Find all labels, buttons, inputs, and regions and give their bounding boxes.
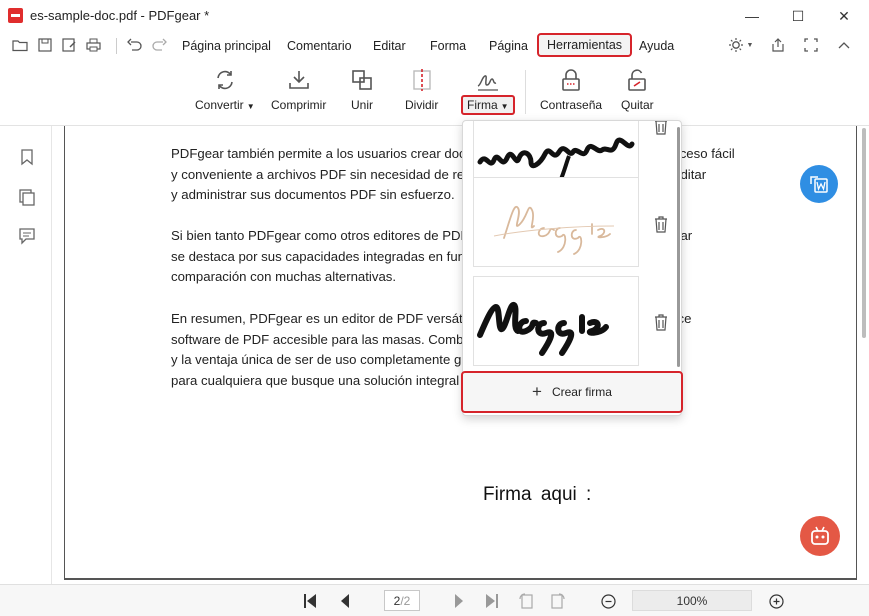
share-icon[interactable]	[770, 37, 786, 53]
print-icon[interactable]	[85, 37, 101, 53]
close-button[interactable]: ✕	[821, 0, 867, 32]
rotate-left-icon[interactable]	[518, 591, 534, 611]
total-pages: /2	[400, 593, 411, 608]
robot-icon	[811, 526, 829, 545]
signature-placeholder-text: Firma aqui :	[483, 484, 592, 505]
password-tool[interactable]: Contraseña	[540, 68, 602, 112]
zoom-out-icon[interactable]	[600, 591, 616, 611]
delete-signature-3-icon[interactable]	[653, 313, 669, 331]
signature-icon	[477, 75, 498, 91]
menu-pagina-principal[interactable]: Página principal	[182, 39, 271, 53]
menu-bar: Página principal Comentario Editar Forma…	[0, 32, 869, 60]
ai-assistant-button[interactable]	[800, 516, 840, 556]
remove-security-label: Quitar	[621, 98, 654, 112]
pdf-page[interactable]: PDFgear también permite a los usuarios c…	[64, 126, 857, 580]
zoom-in-icon[interactable]	[768, 591, 784, 611]
signature-image	[493, 205, 615, 255]
remove-security-tool[interactable]: Quitar	[621, 68, 654, 112]
comments-icon[interactable]	[18, 227, 36, 245]
first-page-icon[interactable]	[302, 591, 318, 611]
delete-signature-2-icon[interactable]	[653, 215, 669, 233]
plus-icon: +	[532, 382, 542, 401]
create-signature-label: Crear firma	[551, 385, 612, 399]
collapse-ribbon-icon[interactable]	[836, 37, 852, 53]
merge-label: Unir	[350, 98, 373, 112]
menu-herramientas[interactable]: Herramientas	[537, 33, 633, 57]
saved-signature-2[interactable]	[473, 177, 639, 267]
next-page-icon[interactable]	[452, 591, 466, 611]
save-as-icon[interactable]	[61, 37, 77, 53]
rotate-right-icon[interactable]	[550, 591, 566, 611]
bottom-navigation-bar: 2/2 100%	[0, 584, 869, 616]
minimize-button[interactable]: —	[729, 0, 775, 32]
convert-label: Convertir	[195, 98, 244, 112]
vertical-scrollbar[interactable]	[862, 128, 866, 338]
bookmark-icon[interactable]	[18, 148, 36, 166]
theme-dropdown-icon[interactable]: ▼	[746, 37, 754, 53]
pdfgear-logo-icon	[8, 8, 23, 23]
document-viewer[interactable]: PDFgear también permite a los usuarios c…	[52, 126, 869, 584]
menu-ayuda[interactable]: Ayuda	[639, 39, 674, 53]
unlock-icon	[628, 69, 647, 91]
chevron-down-icon: ▼	[500, 102, 509, 111]
zoom-level-field[interactable]: 100%	[632, 590, 752, 611]
menu-pagina[interactable]: Página	[489, 39, 528, 53]
menu-editar[interactable]: Editar	[373, 39, 406, 53]
saved-signature-3[interactable]	[473, 276, 639, 366]
split-icon	[412, 69, 431, 91]
menu-comentario[interactable]: Comentario	[287, 39, 352, 53]
redo-icon[interactable]	[151, 37, 167, 53]
chevron-down-icon: ▼	[246, 102, 255, 111]
convert-to-word-button[interactable]	[800, 165, 838, 203]
split-tool[interactable]: Dividir	[405, 68, 438, 112]
create-signature-button[interactable]: + Crear firma	[461, 371, 683, 413]
menu-forma[interactable]: Forma	[430, 39, 466, 53]
convert-icon	[216, 70, 233, 90]
previous-page-icon[interactable]	[338, 591, 352, 611]
page-border-bottom	[64, 578, 857, 580]
signature-tool[interactable]: Firma ▼	[461, 68, 515, 115]
fullscreen-icon[interactable]	[803, 37, 819, 53]
undo-icon[interactable]	[126, 37, 142, 53]
ribbon-separator	[525, 70, 526, 114]
theme-icon[interactable]	[728, 37, 744, 53]
window-title: es-sample-doc.pdf - PDFgear *	[30, 8, 210, 23]
menu-separator	[116, 38, 117, 54]
signature-label-wrap: Firma ▼	[461, 95, 515, 115]
open-folder-icon[interactable]	[12, 37, 28, 53]
merge-icon	[352, 70, 372, 90]
split-label: Dividir	[405, 98, 439, 112]
compress-label: Comprimir	[271, 98, 327, 112]
left-sidebar	[0, 126, 52, 616]
merge-tool[interactable]: Unir	[350, 68, 374, 112]
convert-tool[interactable]: Convertir ▼	[195, 68, 255, 112]
word-convert-icon	[810, 176, 828, 193]
signature-image	[477, 301, 609, 356]
password-label: Contraseña	[540, 98, 603, 112]
save-icon[interactable]	[37, 37, 53, 53]
page-number-input[interactable]: 2/2	[384, 590, 420, 611]
signature-panel-scrollbar[interactable]	[677, 127, 680, 367]
ribbon-toolbar: Convertir ▼ Comprimir Unir Dividir Firma ▼…	[0, 60, 869, 126]
delete-signature-1-icon[interactable]	[653, 121, 669, 135]
thumbnails-icon[interactable]	[18, 188, 36, 206]
lock-icon	[562, 69, 580, 91]
title-bar: es-sample-doc.pdf - PDFgear * — ☐ ✕	[0, 0, 869, 32]
compress-icon	[288, 71, 309, 89]
compress-tool[interactable]: Comprimir	[271, 68, 326, 112]
signature-label: Firma	[467, 98, 498, 112]
maximize-button[interactable]: ☐	[775, 0, 821, 32]
current-page: 2	[393, 593, 401, 608]
last-page-icon[interactable]	[484, 591, 500, 611]
